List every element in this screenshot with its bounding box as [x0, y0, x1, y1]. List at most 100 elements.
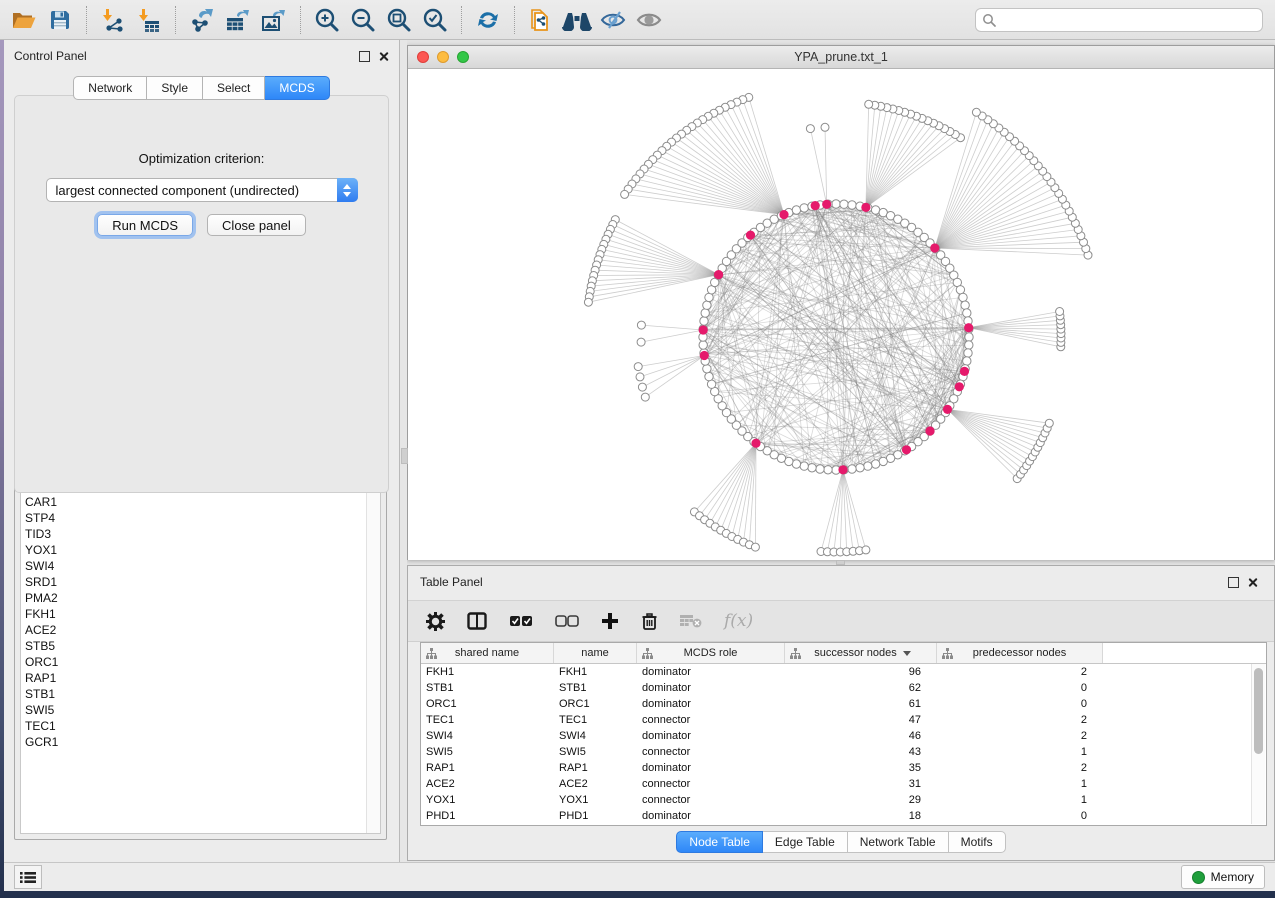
float-window-icon[interactable] [1228, 577, 1239, 588]
mcds-result-item[interactable]: STB5 [21, 638, 380, 654]
delete-icon[interactable] [641, 612, 658, 631]
table-row[interactable]: ORC1ORC1dominator610 [421, 696, 1266, 712]
table-row[interactable]: YOX1YOX1connector291 [421, 792, 1266, 808]
import-network-icon[interactable] [95, 4, 131, 36]
zoom-selected-icon[interactable] [417, 4, 453, 36]
table-row[interactable]: FKH1FKH1dominator962 [421, 664, 1266, 680]
table-cell: connector [637, 714, 785, 726]
zoom-in-icon[interactable] [309, 4, 345, 36]
mcds-result-item[interactable]: FKH1 [21, 606, 380, 622]
mcds-result-item[interactable]: STP4 [21, 510, 380, 526]
import-table-icon[interactable] [131, 4, 167, 36]
task-history-button[interactable] [14, 865, 42, 889]
add-icon[interactable] [601, 612, 619, 630]
splitter-handle[interactable] [401, 448, 408, 464]
close-icon[interactable] [1247, 577, 1258, 588]
table-cell: 0 [937, 810, 1103, 822]
zoom-fit-icon[interactable] [381, 4, 417, 36]
tab-edge-table[interactable]: Edge Table [763, 831, 848, 853]
table-row[interactable]: SWI5SWI5connector431 [421, 744, 1266, 760]
open-folder-icon[interactable] [6, 4, 42, 36]
search-box[interactable] [975, 8, 1263, 32]
close-icon[interactable] [378, 51, 389, 62]
mcds-result-item[interactable]: ORC1 [21, 654, 380, 670]
select-all-icon[interactable] [509, 615, 533, 627]
table-row[interactable]: STB1STB1dominator620 [421, 680, 1266, 696]
table-cell: 2 [937, 762, 1103, 774]
tab-network-table[interactable]: Network Table [848, 831, 949, 853]
toolbar-separator [300, 6, 301, 34]
mcds-result-item[interactable]: PMA2 [21, 590, 380, 606]
control-panel: Control Panel Network Style Select MCDS … [4, 40, 400, 862]
mcds-result-item[interactable]: YOX1 [21, 542, 380, 558]
mcds-result-item[interactable]: RAP1 [21, 670, 380, 686]
function-builder-icon: f(x) [724, 611, 753, 631]
search-input[interactable] [1000, 12, 1256, 28]
table-cell: 2 [937, 666, 1103, 678]
save-icon[interactable] [42, 4, 78, 36]
table-row[interactable]: RAP1RAP1dominator352 [421, 760, 1266, 776]
network-window-titlebar[interactable]: YPA_prune.txt_1 [408, 46, 1274, 69]
table-cell: PHD1 [421, 810, 554, 822]
table-cell: 0 [937, 698, 1103, 710]
mcds-result-groupbox: MCDS result (17 nodes) PHD1CAR1STP4TID3Y… [14, 468, 387, 840]
column-header-name[interactable]: name [554, 643, 637, 663]
table-cell: RAP1 [421, 762, 554, 774]
mcds-list-scrollbar[interactable] [366, 478, 380, 833]
deselect-all-icon[interactable] [555, 615, 579, 627]
columns-icon[interactable] [467, 612, 487, 630]
network-document-icon[interactable] [523, 4, 559, 36]
tab-motifs[interactable]: Motifs [949, 831, 1006, 853]
table-cell: 43 [785, 746, 937, 758]
mcds-result-item[interactable]: STB1 [21, 686, 380, 702]
column-header-shared-name[interactable]: shared name [421, 643, 554, 663]
hide-eye-icon[interactable] [595, 4, 631, 36]
mcds-result-item[interactable]: TEC1 [21, 718, 380, 734]
memory-button[interactable]: Memory [1181, 865, 1265, 889]
binoculars-icon[interactable] [559, 4, 595, 36]
erase-table-icon [680, 614, 702, 628]
refresh-layout-icon[interactable] [470, 4, 506, 36]
network-canvas[interactable] [408, 69, 1274, 560]
tab-node-table[interactable]: Node Table [676, 831, 763, 853]
table-scrollbar[interactable] [1251, 664, 1265, 824]
export-image-icon[interactable] [256, 4, 292, 36]
table-cell: dominator [637, 682, 785, 694]
mcds-result-item[interactable]: GCR1 [21, 734, 380, 750]
column-header-predecessor-nodes[interactable]: predecessor nodes [937, 643, 1103, 663]
column-header-MCDS-role[interactable]: MCDS role [637, 643, 785, 663]
horizontal-splitter-handle[interactable] [836, 560, 845, 565]
gear-icon[interactable] [426, 612, 445, 631]
float-window-icon[interactable] [359, 51, 370, 62]
vertical-splitter[interactable] [400, 40, 407, 862]
mcds-result-item[interactable]: TID3 [21, 526, 380, 542]
toolbar-separator [175, 6, 176, 34]
mcds-result-item[interactable]: SRD1 [21, 574, 380, 590]
table-cell: 29 [785, 794, 937, 806]
column-header-successor-nodes[interactable]: successor nodes [785, 643, 937, 663]
table-row[interactable]: SWI4SWI4dominator462 [421, 728, 1266, 744]
zoom-out-icon[interactable] [345, 4, 381, 36]
table-cell: 0 [937, 682, 1103, 694]
table-cell: connector [637, 746, 785, 758]
table-cell: STB1 [421, 682, 554, 694]
table-scrollbar-thumb[interactable] [1254, 668, 1263, 754]
table-row[interactable]: ACE2ACE2connector311 [421, 776, 1266, 792]
optimization-criterion-select[interactable]: largest connected component (undirected) [46, 178, 358, 202]
mcds-result-item[interactable]: SWI5 [21, 702, 380, 718]
export-table-icon[interactable] [220, 4, 256, 36]
table-cell: 47 [785, 714, 937, 726]
run-mcds-button[interactable]: Run MCDS [97, 214, 193, 236]
table-row[interactable]: TEC1TEC1connector472 [421, 712, 1266, 728]
show-eye-icon[interactable] [631, 4, 667, 36]
mcds-result-item[interactable]: ACE2 [21, 622, 380, 638]
mcds-result-item[interactable]: SWI4 [21, 558, 380, 574]
column-header-filler [1103, 643, 1266, 663]
table-row[interactable]: PHD1PHD1dominator180 [421, 808, 1266, 824]
mcds-result-item[interactable]: CAR1 [21, 494, 380, 510]
table-cell: connector [637, 778, 785, 790]
export-network-icon[interactable] [184, 4, 220, 36]
table-tabs: Node TableEdge TableNetwork TableMotifs [408, 831, 1274, 853]
close-panel-button[interactable]: Close panel [207, 214, 306, 236]
selected-criterion: largest connected component (undirected) [47, 183, 337, 198]
